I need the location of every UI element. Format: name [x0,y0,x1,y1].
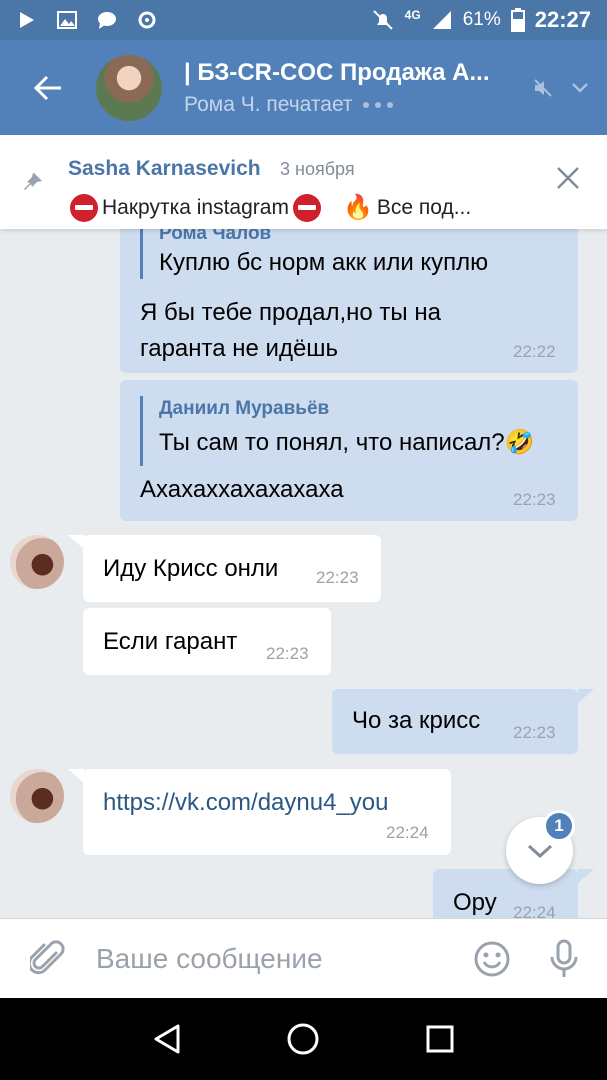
pin-icon [24,173,42,190]
message-text: Ахахаххахахахаха [140,476,344,503]
do-not-disturb-icon [372,10,393,30]
signal-icon [432,11,451,29]
quote-text: Ты сам то понял, что написал?🤣 [159,428,535,457]
chevron-down-icon [572,82,588,93]
quote-text-value: Ты сам то понял, что написал? [159,429,505,456]
status-bar: 4G 61% 22:27 [0,0,607,40]
typing-text: Рома Ч. печатает [184,92,353,116]
android-nav-bar [0,998,607,1080]
message-time: 22:24 [513,903,556,918]
back-arrow-icon [33,75,61,100]
paperclip-icon [30,939,65,974]
reply-quote[interactable]: Рома Чалов Куплю бс норм акк или куплю [140,229,488,279]
message-bubble[interactable]: Чо за крисс 22:23 [332,689,578,754]
quote-author: Даниил Муравьёв [159,398,330,419]
quote-text: Куплю бс норм акк или куплю [159,249,489,276]
message-time: 22:22 [513,342,556,361]
message-bubble[interactable]: Даниил Муравьёв Ты сам то понял, что нап… [120,380,578,521]
bubble-tail [578,689,594,703]
gallery-icon [57,11,77,29]
bubble-tail [68,769,84,783]
chevron-down-icon [527,844,552,858]
pinned-message[interactable]: Sasha Karnasevich 3 ноября Накрутка inst… [0,135,607,229]
message-input[interactable] [96,942,436,975]
message-time: 22:23 [316,568,359,587]
network-type: 4G [404,8,421,22]
microphone-icon[interactable] [549,939,579,979]
message-bubble[interactable]: Если гарант 22:23 [83,608,331,675]
nav-back-icon[interactable] [152,1023,182,1055]
chat-header: | БЗ-CR-COC Продажа А... Рома Ч. печатае… [0,40,607,135]
bubble-tail [68,535,84,549]
sender-avatar[interactable] [10,769,64,823]
bubble-tail [578,869,594,883]
pinned-date: 3 ноября [280,159,355,179]
chat-icon [98,12,116,29]
composer [0,918,607,998]
pinned-text: Накрутка instagram 🔥 Все под... [70,193,520,222]
mute-icon [534,78,552,97]
message-time: 22:23 [513,723,556,742]
nav-home-icon[interactable] [286,1022,320,1056]
nav-recents-icon[interactable] [425,1024,455,1054]
chat-avatar[interactable] [96,54,162,121]
fire-icon: 🔥 [342,194,373,221]
typing-indicator: Рома Ч. печатает [184,93,514,117]
message-list[interactable]: Рома Чалов Куплю бс норм акк или куплю Я… [0,229,607,918]
rofl-emoji-icon: 🤣 [504,429,535,456]
no-entry-icon [292,193,321,222]
play-icon [20,12,34,28]
battery-icon [510,8,525,32]
pinned-author: Sasha Karnasevich [68,157,261,180]
unread-badge: 1 [543,810,575,842]
pinned-text-part-2: Все под... [376,195,472,219]
attach-button[interactable] [0,939,96,979]
message-text: Если гарант [103,628,238,655]
message-text: Чо за крисс [352,707,481,734]
no-entry-icon [70,193,98,222]
typing-dots [362,101,393,108]
message-bubble[interactable]: Иду Крисс онли 22:23 [83,535,381,602]
chat-title: | БЗ-CR-COC Продажа А... [184,58,490,86]
clock: 22:27 [534,7,591,32]
message-text: гаранта не идёшь [140,335,339,362]
smiley-icon[interactable] [473,940,511,978]
message-time: 22:24 [386,823,429,842]
quote-author: Рома Чалов [159,229,272,244]
sender-avatar[interactable] [10,535,64,589]
vk-camera-icon [138,11,156,29]
reply-quote[interactable]: Даниил Муравьёв Ты сам то понял, что нап… [140,396,535,466]
chat-title-block[interactable]: | БЗ-CR-COC Продажа А... Рома Ч. печатае… [184,59,514,117]
message-time: 22:23 [513,490,556,509]
pinned-text-part-1: Накрутка instagram [102,195,289,219]
back-button[interactable] [0,40,96,135]
message-text: Ору [453,889,497,916]
close-icon[interactable] [555,165,581,191]
message-bubble[interactable]: Рома Чалов Куплю бс норм акк или куплю Я… [120,229,578,373]
message-text: Я бы тебе продал,но ты на [140,299,441,326]
chat-menu[interactable] [533,78,589,98]
battery-percent: 61% [462,9,501,30]
message-text: Иду Крисс онли [103,555,279,582]
message-link[interactable]: https://vk.com/daynu4_you [103,789,389,817]
message-time: 22:23 [266,644,309,663]
message-bubble[interactable]: https://vk.com/daynu4_you 22:24 [83,769,451,855]
